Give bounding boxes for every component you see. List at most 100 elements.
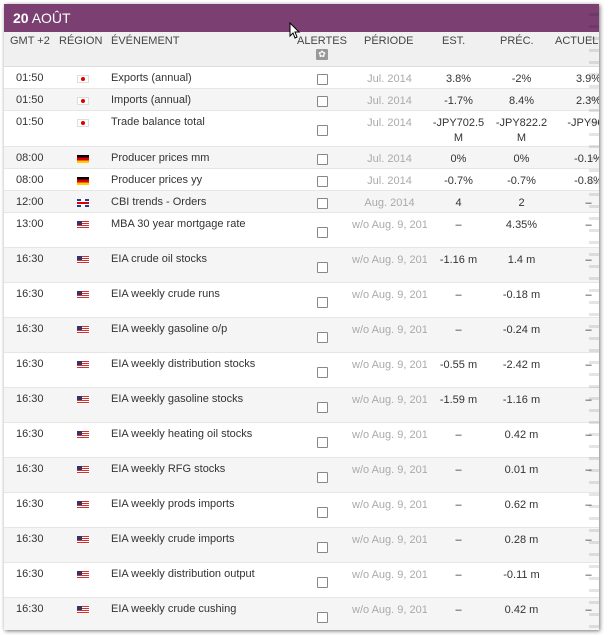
row-region [58,563,108,598]
gear-icon[interactable]: ✿ [316,49,328,60]
row-event: EIA weekly gasoline o/p [108,317,293,353]
flag-jp-icon [77,75,89,83]
row-time: 16:30 [16,358,44,370]
row-period: Jul. 2014 [367,73,412,85]
row-est: – [427,597,490,630]
row-period: w/o Aug. 9, 2014 [352,387,427,423]
row-est: – [427,527,490,563]
table-row: 08:00 Producer prices yy Jul. 2014 -0.7% -0.… [4,169,599,191]
alert-checkbox[interactable] [317,154,328,165]
flag-jp-icon [77,97,89,105]
flag-us-icon [77,291,89,299]
row-event: EIA weekly distribution stocks [111,358,256,370]
alert-checkbox[interactable] [317,262,328,273]
row-prev: -0.7% [507,175,536,187]
row-region [58,67,108,89]
row-alert [293,597,352,630]
row-est: – [455,569,462,581]
row-prev: 0% [490,146,553,169]
row-period: w/o Aug. 9, 2014 [352,289,427,301]
flag-us-icon [77,431,89,439]
row-alert [293,88,352,111]
row-event: EIA weekly RFG stocks [108,457,293,493]
alert-checkbox[interactable] [317,507,328,518]
alert-checkbox[interactable] [317,96,328,107]
row-alert [293,317,352,353]
alert-checkbox[interactable] [317,332,328,343]
flag-us-icon [77,606,89,614]
row-period: w/o Aug. 9, 2014 [352,219,427,231]
table-row: 01:50 Exports (annual) Jul. 2014 3.8% -2% 3.9… [4,67,599,89]
row-time: 16:30 [4,527,58,563]
row-prev: 0.42 m [490,597,553,630]
alert-checkbox[interactable] [317,472,328,483]
alert-checkbox[interactable] [317,437,328,448]
table-row: 16:30 EIA weekly RFG stocks w/o Aug. 9, 20… [4,457,599,493]
col-prev: PRÉC. [500,35,534,47]
row-alert [293,423,352,458]
row-time: 01:50 [16,72,44,84]
flag-us-icon [77,571,89,579]
row-region [58,597,108,630]
row-alert [293,353,352,388]
flag-us-icon [77,536,89,544]
flag-us-icon [77,221,89,229]
row-alert [293,146,352,169]
row-event: EIA weekly heating oil stocks [111,428,253,440]
table-row: 16:30 EIA weekly crude imports w/o Aug. 9,… [4,527,599,563]
row-time: 01:50 [16,116,44,128]
row-prev: -2.42 m [502,359,541,371]
alert-checkbox[interactable] [317,402,328,413]
row-time: 16:30 [16,498,44,510]
row-est: 3.8% [445,73,472,85]
row-alert [293,111,352,147]
row-period: w/o Aug. 9, 2014 [352,499,427,511]
row-region [58,213,108,248]
alert-checkbox[interactable] [317,612,328,623]
row-event: EIA weekly crude cushing [108,597,293,630]
row-est: – [455,429,462,441]
flag-us-icon [77,396,89,404]
alert-checkbox[interactable] [317,367,328,378]
row-alert [293,213,352,248]
row-est: – [455,289,462,301]
row-event: EIA weekly distribution output [111,568,255,580]
flag-us-icon [77,256,89,264]
row-prev: -1.16 m [490,387,553,423]
alert-checkbox[interactable] [317,74,328,85]
alert-checkbox[interactable] [317,176,328,187]
row-event: EIA weekly crude imports [108,527,293,563]
row-region [58,111,108,147]
alert-checkbox[interactable] [317,297,328,308]
row-time: 12:00 [4,190,58,213]
date-header: 20 AOÛT [4,4,599,32]
alert-checkbox[interactable] [317,227,328,238]
row-est: – [427,457,490,493]
table-row: 16:30 EIA weekly gasoline stocks w/o Aug. … [4,387,599,423]
alert-checkbox[interactable] [317,125,328,136]
row-period: w/o Aug. 9, 2014 [352,527,427,563]
row-event: EIA crude oil stocks [108,247,293,283]
row-period: w/o Aug. 9, 2014 [352,429,427,441]
row-est: – [427,317,490,353]
table-row: 16:30 EIA weekly crude cushing w/o Aug. 9,… [4,597,599,630]
row-event: MBA 30 year mortgage rate [111,218,246,230]
row-prev: 2 [490,190,553,213]
row-prev: -0.11 m [503,569,540,581]
row-time: 16:30 [16,428,44,440]
alert-checkbox[interactable] [317,542,328,553]
date-month: AOÛT [31,10,71,26]
alert-checkbox[interactable] [317,577,328,588]
row-region [58,457,108,493]
row-region [58,190,108,213]
flag-us-icon [77,326,89,334]
row-period: Jul. 2014 [352,88,427,111]
row-region [58,493,108,528]
row-est: – [455,499,462,511]
row-prev: 1.4 m [490,247,553,283]
table-row: 13:00 MBA 30 year mortgage rate w/o Aug. 9… [4,213,599,248]
alert-checkbox[interactable] [317,198,328,209]
table-row: 01:50 Imports (annual) Jul. 2014 -1.7% 8.4% 2… [4,88,599,111]
row-prev: -0.24 m [490,317,553,353]
row-period: w/o Aug. 9, 2014 [352,569,427,581]
